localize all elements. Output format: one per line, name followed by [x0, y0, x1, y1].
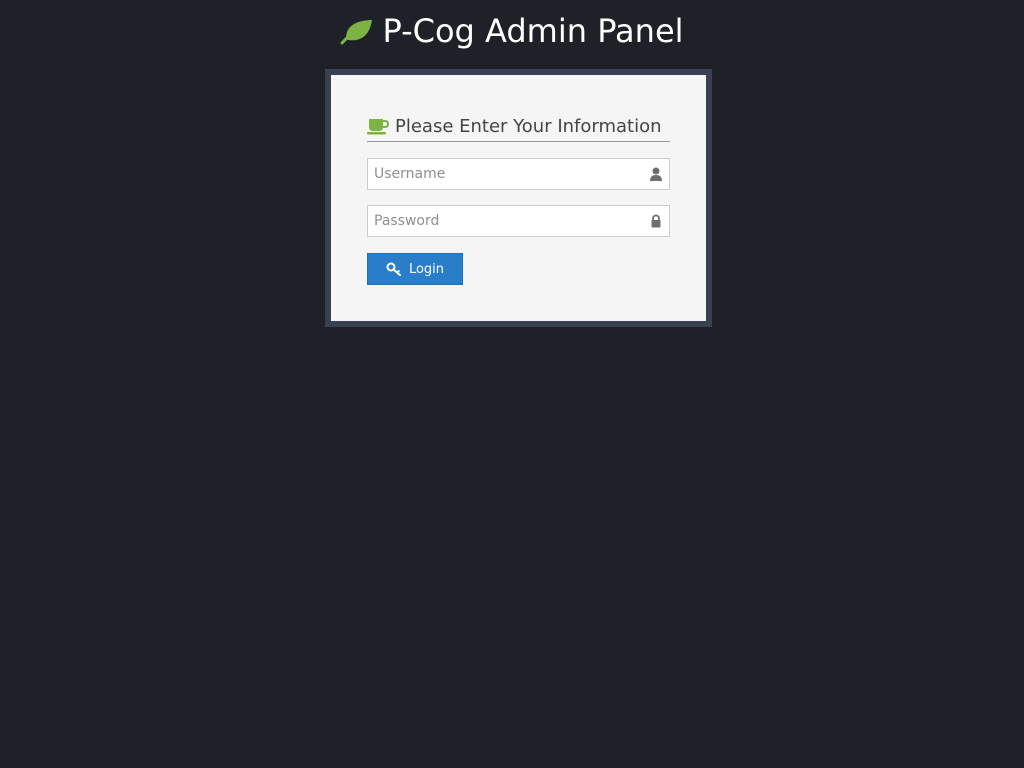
leaf-icon: [340, 20, 373, 45]
password-input[interactable]: [368, 206, 644, 236]
user-icon: [650, 167, 662, 181]
login-button-label: Login: [408, 261, 445, 277]
login-button[interactable]: Login: [367, 253, 463, 285]
coffee-cup-icon: [367, 119, 389, 135]
login-frame: Please Enter Your Information Login: [325, 69, 712, 327]
username-field-wrapper: [367, 158, 670, 190]
login-heading: Please Enter Your Information: [367, 111, 670, 142]
page-header: P-Cog Admin Panel: [0, 10, 1024, 52]
page-title: P-Cog Admin Panel: [382, 12, 684, 50]
login-panel: Please Enter Your Information Login: [331, 75, 706, 321]
key-icon: [386, 262, 401, 276]
password-field-wrapper: [367, 205, 670, 237]
username-input[interactable]: [368, 159, 644, 189]
login-heading-text: Please Enter Your Information: [395, 115, 662, 137]
lock-icon: [651, 214, 661, 228]
